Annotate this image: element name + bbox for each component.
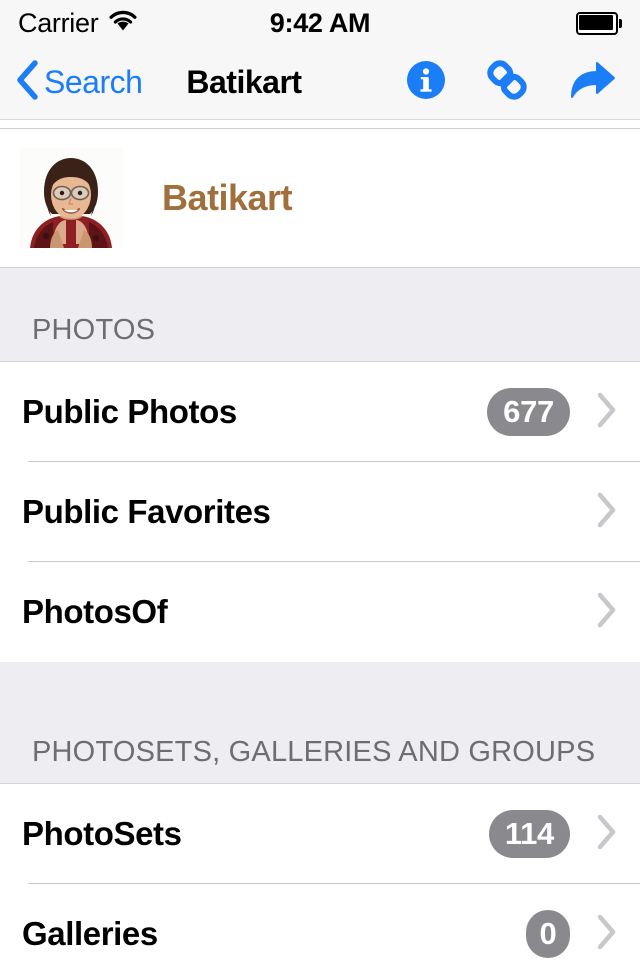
- info-button[interactable]: [404, 58, 448, 107]
- chevron-right-icon: [596, 391, 618, 434]
- list-item-galleries[interactable]: Galleries 0: [0, 884, 640, 960]
- list-item-photosof[interactable]: PhotosOf: [0, 562, 640, 662]
- section-rows-photosets: PhotoSets 114 Galleries 0: [0, 784, 640, 960]
- section-header-photos: PHOTOS: [0, 268, 640, 362]
- chevron-right-icon: [596, 591, 618, 634]
- nav-actions: [404, 57, 626, 108]
- list-item-public-favorites[interactable]: Public Favorites: [0, 462, 640, 562]
- list-item-label: Public Photos: [22, 393, 237, 430]
- wifi-icon: [108, 10, 138, 37]
- chevron-left-icon: [14, 58, 40, 107]
- page-title: Batikart: [186, 64, 302, 100]
- chevron-right-icon: [596, 491, 618, 534]
- share-button[interactable]: [566, 57, 618, 108]
- battery-full-icon: [576, 11, 622, 35]
- status-badge: 0: [526, 910, 570, 958]
- list-item-accessory: 677: [487, 388, 618, 436]
- section-header-label: PHOTOSETS, GALLERIES AND GROUPS: [32, 736, 596, 768]
- status-bar: Carrier 9:42 AM: [0, 0, 640, 46]
- status-badge: 677: [487, 388, 570, 436]
- status-badge: 114: [488, 810, 570, 858]
- list-item-label: Galleries: [22, 915, 158, 952]
- back-button-label: Search: [44, 64, 143, 100]
- link-chain-icon: [484, 57, 530, 108]
- carrier-label: Carrier: [18, 7, 99, 38]
- profile-name: Batikart: [162, 177, 293, 218]
- section-rows-photos: Public Photos 677 Public Favorites Photo…: [0, 362, 640, 662]
- back-button[interactable]: Search: [14, 58, 143, 107]
- list-item-accessory: 114: [488, 810, 618, 858]
- app-screen: Carrier 9:42 AM Search Batikart Batikart…: [0, 0, 640, 960]
- list-item-label: Public Favorites: [22, 493, 271, 530]
- link-button[interactable]: [484, 57, 530, 108]
- section-header-photosets: PHOTOSETS, GALLERIES AND GROUPS: [0, 662, 640, 784]
- list-item-accessory: [596, 591, 618, 634]
- section-header-label: PHOTOS: [32, 314, 156, 346]
- profile-card[interactable]: Batikart: [0, 128, 640, 268]
- navigation-bar: Search Batikart: [0, 46, 640, 120]
- status-bar-right: [576, 11, 622, 35]
- list-item-label: PhotosOf: [22, 593, 168, 630]
- list-item-accessory: 0: [526, 910, 618, 958]
- chevron-right-icon: [596, 913, 618, 956]
- list-item-label: PhotoSets: [22, 815, 182, 852]
- info-circle-icon: [404, 58, 448, 107]
- status-bar-left: Carrier: [18, 8, 138, 39]
- list-item-public-photos[interactable]: Public Photos 677: [0, 362, 640, 462]
- list-item-photosets[interactable]: PhotoSets 114: [0, 784, 640, 884]
- chevron-right-icon: [596, 813, 618, 856]
- user-avatar-photo: [20, 148, 122, 248]
- share-arrow-icon: [566, 57, 618, 108]
- avatar: [20, 148, 122, 248]
- list-item-accessory: [596, 491, 618, 534]
